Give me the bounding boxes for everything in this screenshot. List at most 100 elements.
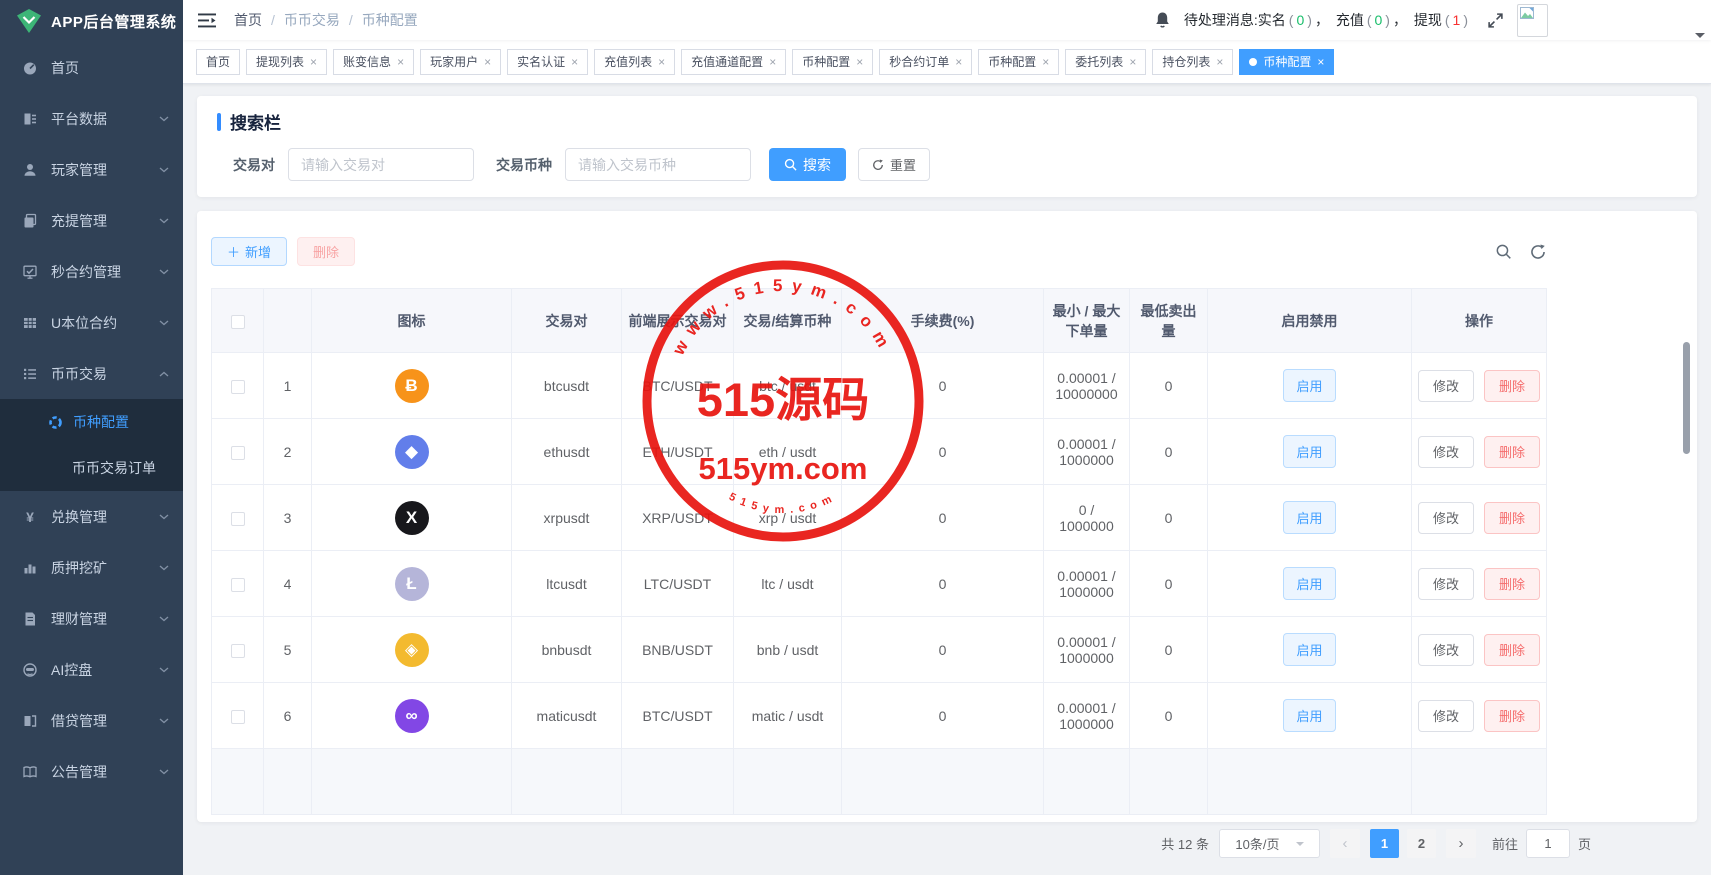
page-size-select[interactable]: 10条/页 bbox=[1219, 829, 1320, 858]
breadcrumb-spot-trade[interactable]: 币币交易 bbox=[284, 10, 340, 30]
tab-close-icon[interactable]: × bbox=[658, 56, 665, 68]
tab-label: 提现列表 bbox=[256, 53, 304, 70]
row-delete-button[interactable]: 删除 bbox=[1484, 502, 1540, 534]
add-button-label: 新增 bbox=[245, 242, 271, 261]
display-pair-cell: ETH/USDT bbox=[622, 419, 734, 485]
topbar-right: 待处理消息: 实名(0)， 充值(0)， 提现(1) bbox=[1154, 4, 1548, 37]
tab-close-icon[interactable]: × bbox=[397, 56, 404, 68]
pair-search-input[interactable] bbox=[288, 148, 474, 181]
edit-button[interactable]: 修改 bbox=[1418, 370, 1474, 402]
vertical-scrollbar[interactable] bbox=[1683, 342, 1690, 454]
add-button[interactable]: ＋新增 bbox=[211, 237, 287, 266]
tab-close-icon[interactable]: × bbox=[955, 56, 962, 68]
enable-badge[interactable]: 启用 bbox=[1283, 501, 1335, 534]
sidebar-item-platform-data[interactable]: 平台数据 bbox=[0, 93, 183, 144]
row-delete-button[interactable]: 删除 bbox=[1484, 436, 1540, 468]
tab-close-icon[interactable]: × bbox=[1042, 56, 1049, 68]
view-tab[interactable]: 委托列表× bbox=[1065, 49, 1146, 75]
view-tab[interactable]: 秒合约订单× bbox=[879, 49, 972, 75]
row-delete-button[interactable]: 删除 bbox=[1484, 700, 1540, 732]
fee-header: 手续费(%) bbox=[842, 289, 1044, 353]
tab-close-icon[interactable]: × bbox=[1129, 56, 1136, 68]
sidebar-item-finance[interactable]: 理财管理 bbox=[0, 593, 183, 644]
view-tab[interactable]: 实名认证× bbox=[507, 49, 588, 75]
tab-close-icon[interactable]: × bbox=[310, 56, 317, 68]
row-checkbox[interactable] bbox=[231, 446, 245, 460]
sidebar-item-spot-trade[interactable]: 币币交易 bbox=[0, 348, 183, 399]
collapse-menu-icon[interactable] bbox=[198, 13, 216, 28]
page-number-button[interactable]: 2 bbox=[1407, 829, 1436, 858]
row-checkbox[interactable] bbox=[231, 380, 245, 394]
edit-button[interactable]: 修改 bbox=[1418, 634, 1474, 666]
breadcrumb-home[interactable]: 首页 bbox=[234, 10, 262, 30]
fullscreen-icon[interactable] bbox=[1487, 12, 1504, 29]
coin-config-icon bbox=[48, 415, 63, 430]
tab-close-icon[interactable]: × bbox=[1317, 56, 1324, 68]
coin-search-input[interactable] bbox=[565, 148, 751, 181]
tab-close-icon[interactable]: × bbox=[856, 56, 863, 68]
row-delete-button[interactable]: 删除 bbox=[1484, 568, 1540, 600]
sidebar-item-loan[interactable]: 借贷管理 bbox=[0, 695, 183, 746]
user-menu-caret-icon[interactable] bbox=[1695, 33, 1705, 43]
view-tab[interactable]: 充值列表× bbox=[594, 49, 675, 75]
page-number-button[interactable]: 1 bbox=[1370, 829, 1399, 858]
bell-icon[interactable] bbox=[1154, 11, 1171, 29]
enable-badge[interactable]: 启用 bbox=[1283, 699, 1335, 732]
pending-message-item[interactable]: 提现(1) bbox=[1414, 12, 1474, 28]
sidebar-item-players[interactable]: 玩家管理 bbox=[0, 144, 183, 195]
edit-button[interactable]: 修改 bbox=[1418, 700, 1474, 732]
reset-button[interactable]: 重置 bbox=[858, 148, 930, 181]
row-checkbox[interactable] bbox=[231, 512, 245, 526]
edit-button[interactable]: 修改 bbox=[1418, 568, 1474, 600]
select-all-checkbox[interactable] bbox=[231, 315, 245, 329]
minsell-cell: 0 bbox=[1130, 683, 1208, 749]
search-button[interactable]: 搜索 bbox=[769, 148, 846, 181]
sidebar-item-mining[interactable]: 质押挖矿 bbox=[0, 542, 183, 593]
sidebar-item-home[interactable]: 首页 bbox=[0, 42, 183, 93]
tab-close-icon[interactable]: × bbox=[769, 56, 776, 68]
view-tab[interactable]: 首页 bbox=[196, 49, 240, 75]
row-delete-button[interactable]: 删除 bbox=[1484, 370, 1540, 402]
table-search-icon[interactable] bbox=[1495, 243, 1512, 260]
view-tab[interactable]: 玩家用户× bbox=[420, 49, 501, 75]
sidebar-item-deposit-withdraw[interactable]: 充提管理 bbox=[0, 195, 183, 246]
view-tab[interactable]: 币种配置× bbox=[978, 49, 1059, 75]
edit-button[interactable]: 修改 bbox=[1418, 502, 1474, 534]
bulk-delete-button[interactable]: 删除 bbox=[297, 237, 355, 266]
view-tab[interactable]: 账变信息× bbox=[333, 49, 414, 75]
table-refresh-icon[interactable] bbox=[1530, 244, 1546, 260]
sidebar-item-notice[interactable]: 公告管理 bbox=[0, 746, 183, 797]
tab-close-icon[interactable]: × bbox=[1216, 56, 1223, 68]
edit-button[interactable]: 修改 bbox=[1418, 436, 1474, 468]
avatar[interactable] bbox=[1517, 4, 1548, 37]
table-header: 图标 交易对 前端展示交易对 交易/结算币种 手续费(%) 最小 / 最大 下单… bbox=[212, 289, 1547, 353]
sidebar-item-seconds-contract[interactable]: 秒合约管理 bbox=[0, 246, 183, 297]
view-tab[interactable]: 提现列表 × bbox=[246, 49, 327, 75]
enable-badge[interactable]: 启用 bbox=[1283, 567, 1335, 600]
row-delete-button[interactable]: 删除 bbox=[1484, 634, 1540, 666]
row-checkbox[interactable] bbox=[231, 710, 245, 724]
minmax-header: 最小 / 最大 下单量 bbox=[1044, 289, 1130, 353]
sidebar-item-ai[interactable]: AI控盘 bbox=[0, 644, 183, 695]
index-header bbox=[264, 289, 312, 353]
sidebar-subitem-coin-config[interactable]: 币种配置 bbox=[0, 399, 183, 445]
row-checkbox[interactable] bbox=[231, 644, 245, 658]
tab-close-icon[interactable]: × bbox=[571, 56, 578, 68]
tab-close-icon[interactable]: × bbox=[484, 56, 491, 68]
sidebar-subitem-spot-orders[interactable]: 币币交易订单 bbox=[0, 445, 183, 491]
enable-badge[interactable]: 启用 bbox=[1283, 435, 1335, 468]
view-tab[interactable]: 币种配置× bbox=[1239, 49, 1334, 75]
sidebar-item-exchange[interactable]: ¥ 兑换管理 bbox=[0, 491, 183, 542]
sidebar-item-usdt-contract[interactable]: U本位合约 bbox=[0, 297, 183, 348]
enable-badge[interactable]: 启用 bbox=[1283, 369, 1335, 402]
pending-message-item[interactable]: 实名(0)， bbox=[1258, 12, 1332, 28]
enable-badge[interactable]: 启用 bbox=[1283, 633, 1335, 666]
view-tab[interactable]: 持仓列表× bbox=[1152, 49, 1233, 75]
goto-page-input[interactable] bbox=[1526, 829, 1570, 858]
row-checkbox[interactable] bbox=[231, 578, 245, 592]
view-tab[interactable]: 充值通道配置× bbox=[681, 49, 786, 75]
next-page-button[interactable]: › bbox=[1446, 829, 1476, 858]
pending-message-item[interactable]: 充值(0)， bbox=[1336, 12, 1410, 28]
view-tab[interactable]: 币种配置× bbox=[792, 49, 873, 75]
prev-page-button[interactable]: ‹ bbox=[1330, 829, 1360, 858]
